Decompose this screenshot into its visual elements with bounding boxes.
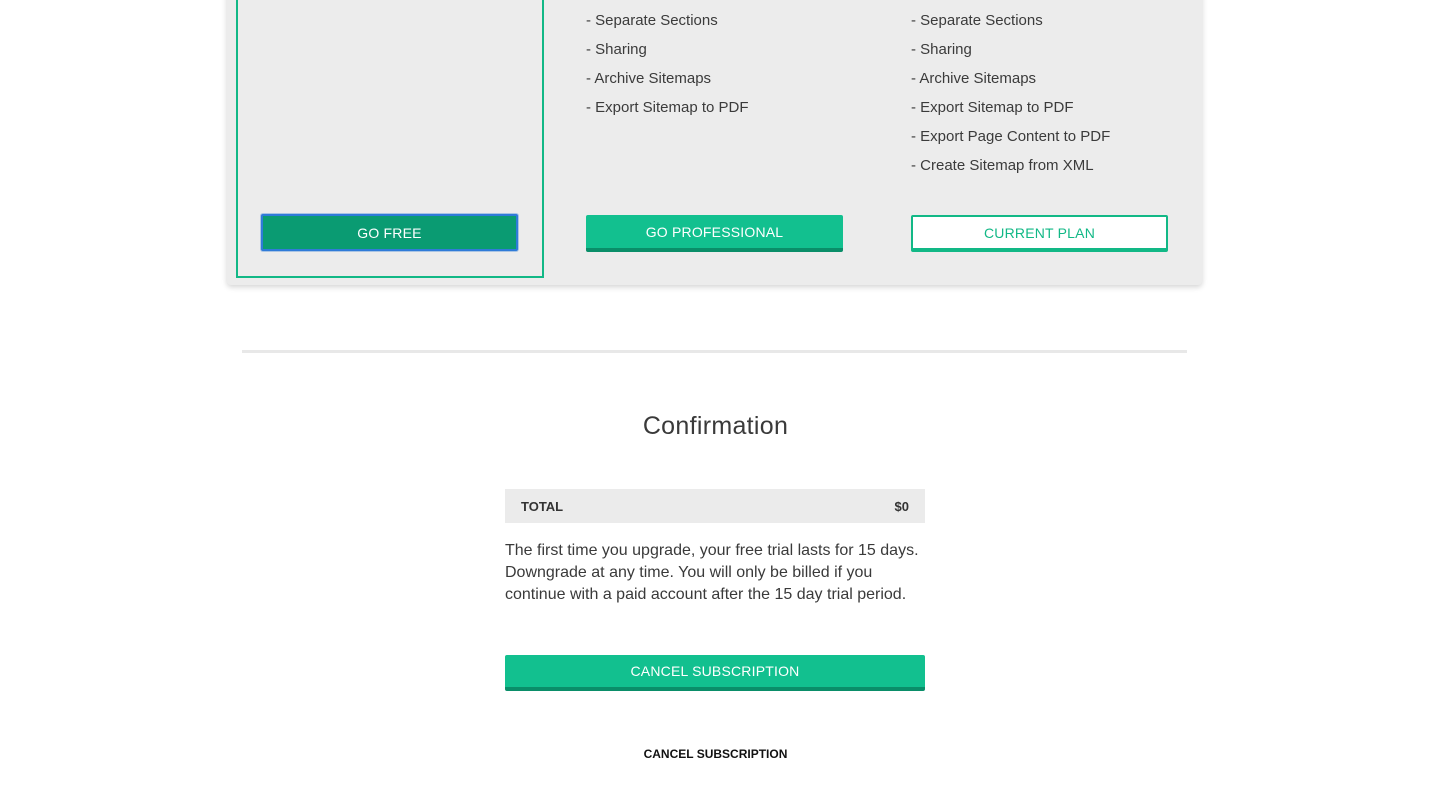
feature-item: - Create Sitemap from XML	[911, 157, 1094, 174]
cancel-subscription-link[interactable]: CANCEL SUBSCRIPTION	[0, 747, 1431, 761]
trial-note: The first time you upgrade, your free tr…	[505, 542, 919, 603]
feature-item: - Export Sitemap to PDF	[911, 99, 1074, 116]
feature-item: - Separate Sections	[911, 12, 1043, 29]
confirmation-title: Confirmation	[642, 412, 789, 440]
plan-free-column: GO FREE	[236, 0, 544, 278]
plan-current-features: - Separate Sections - Sharing - Archive …	[911, 6, 1110, 180]
total-label: TOTAL	[521, 498, 564, 514]
feature-item: - Sharing	[586, 41, 647, 58]
feature-item: - Archive Sitemaps	[586, 70, 712, 87]
plan-professional-features: - Separate Sections - Sharing - Archive …	[586, 6, 749, 122]
total-row: TOTAL $0	[505, 489, 925, 523]
total-value: $0	[894, 498, 909, 514]
section-divider	[242, 350, 1187, 353]
current-plan-button[interactable]: CURRENT PLAN	[911, 215, 1168, 252]
plans-panel: GO FREE - Separate Sections - Sharing - …	[227, 0, 1202, 285]
feature-item: - Separate Sections	[586, 12, 718, 29]
plan-current-column: - Separate Sections - Sharing - Archive …	[893, 0, 1193, 278]
go-free-button[interactable]: GO FREE	[261, 214, 518, 251]
plan-professional-column: - Separate Sections - Sharing - Archive …	[568, 0, 868, 278]
feature-item: - Sharing	[911, 41, 972, 58]
feature-item: - Export Sitemap to PDF	[586, 99, 749, 116]
go-professional-button[interactable]: GO PROFESSIONAL	[586, 215, 843, 252]
cancel-subscription-button[interactable]: CANCEL SUBSCRIPTION	[505, 655, 925, 691]
feature-item: - Archive Sitemaps	[911, 70, 1037, 87]
feature-item: - Export Page Content to PDF	[911, 128, 1111, 145]
